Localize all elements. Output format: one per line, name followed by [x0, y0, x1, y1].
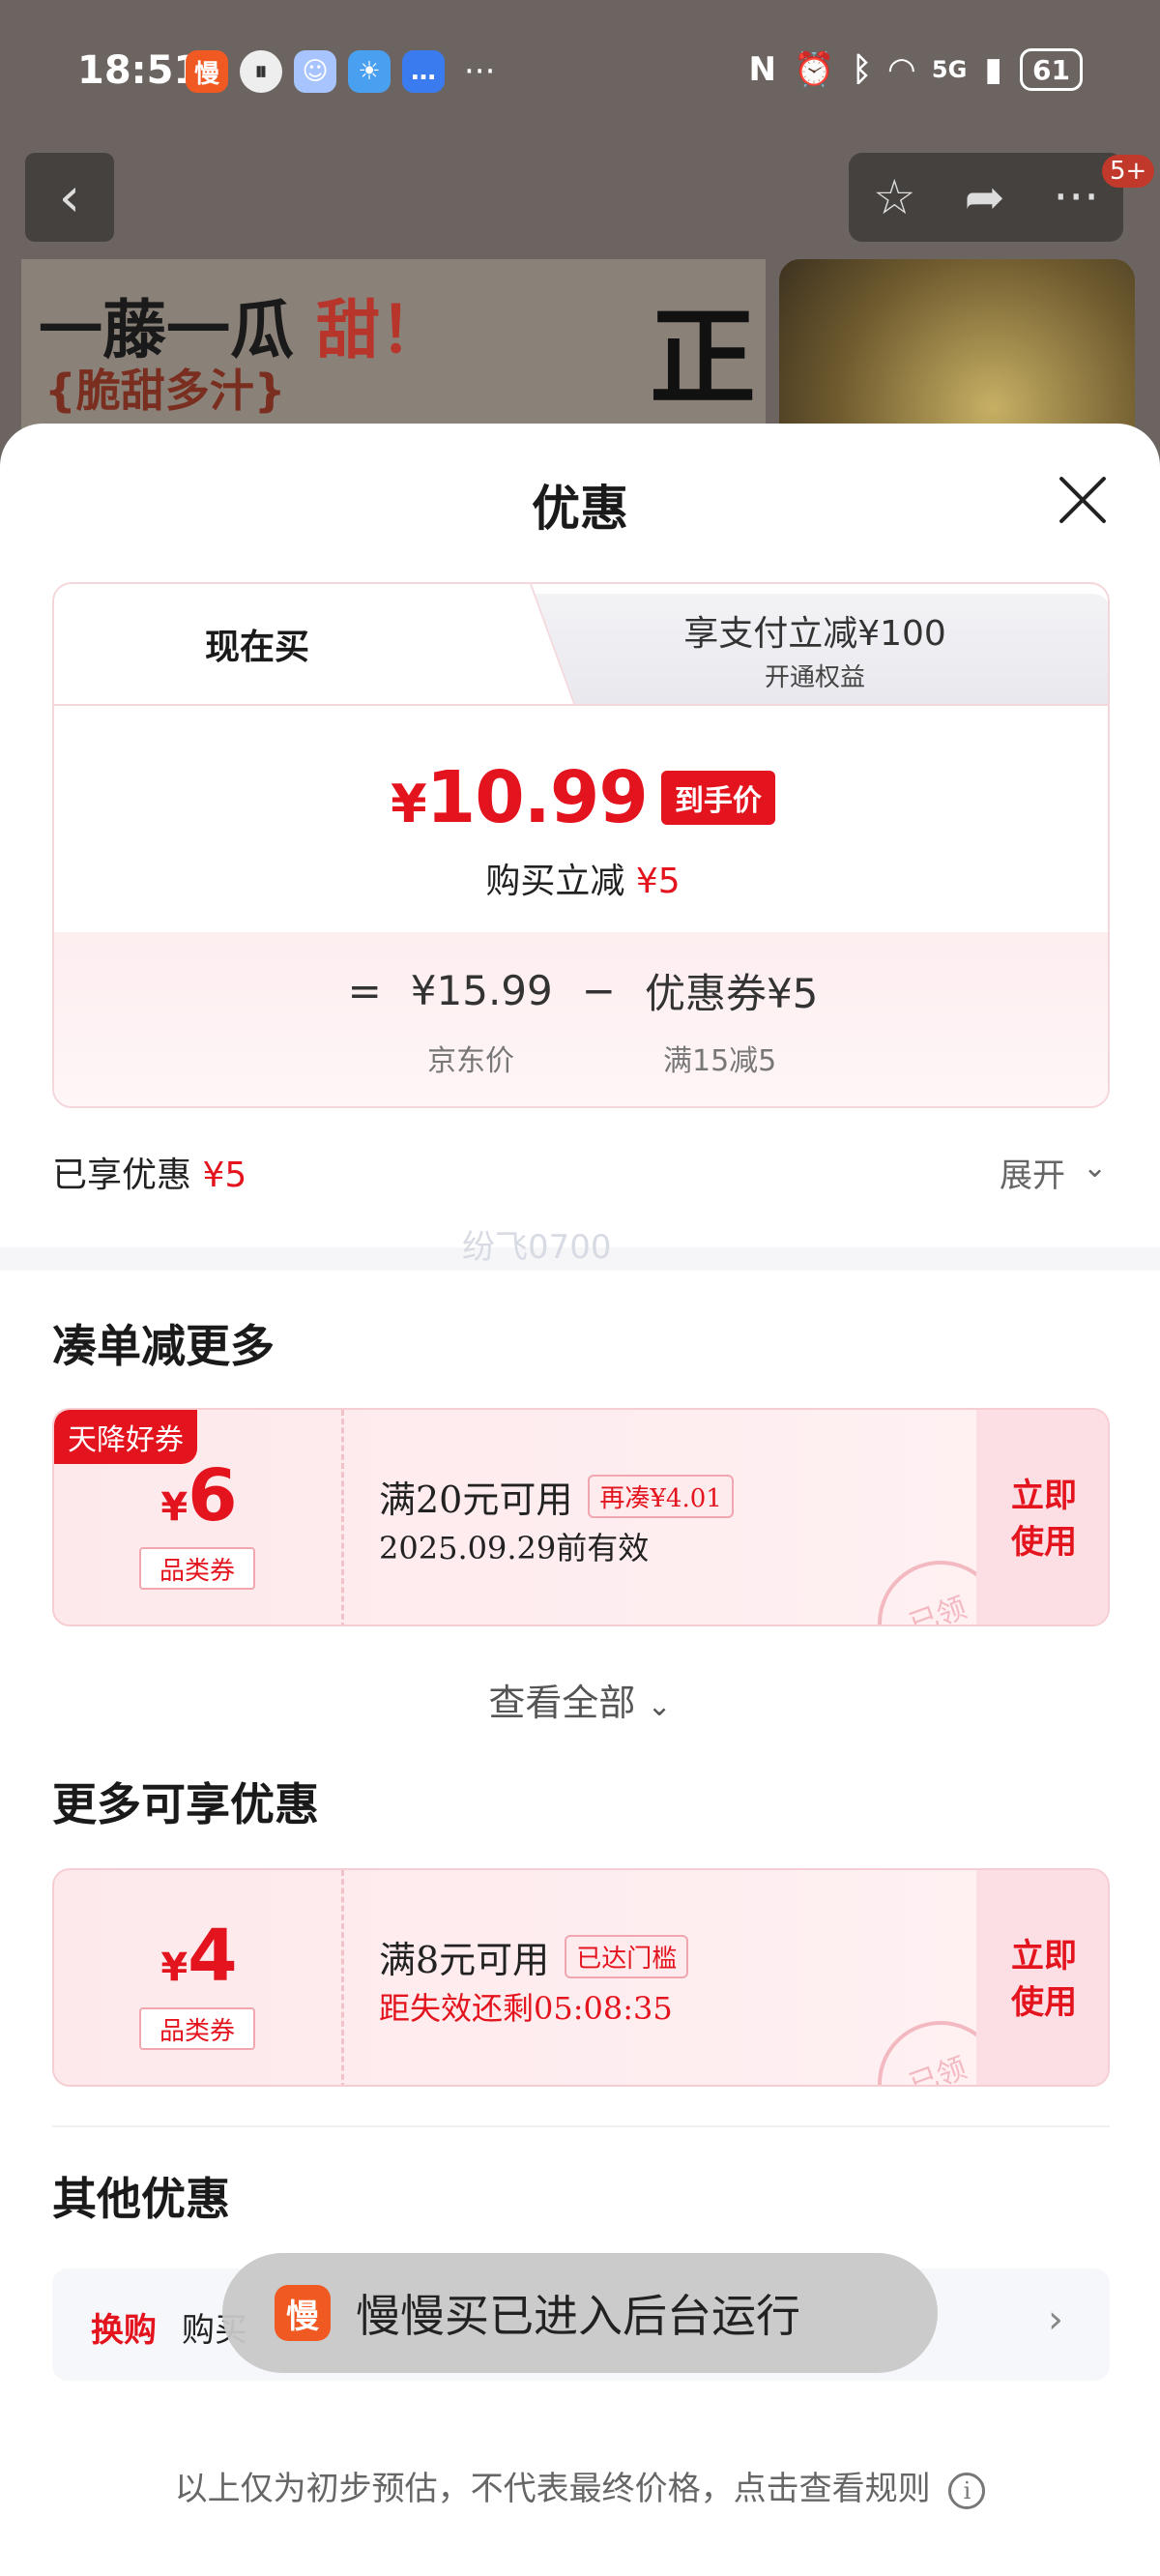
enjoyed-value: ¥5 [202, 1156, 247, 1195]
use-now-button[interactable]: 立即使用 [976, 1410, 1108, 1625]
coupon-condition: 满8元可用 [379, 1939, 550, 1981]
chevron-down-icon[interactable]: ⌄ [1083, 1151, 1107, 1185]
network-label: 5G [931, 56, 968, 83]
price-card: 享支付立减¥100 开通权益 现在买 ¥10.99 到手价 购买立减 ¥5 = … [52, 582, 1110, 1108]
app-icon-weather: ☀ [348, 50, 391, 93]
coupon-gap-tag: 再凑¥4.01 [588, 1475, 734, 1518]
chevron-right-icon: › [1048, 2298, 1063, 2342]
toast-text: 慢慢买已进入后台运行 [356, 2290, 800, 2342]
coupon-condition: 满20元可用 [379, 1478, 573, 1521]
banner-char: 正 [650, 295, 756, 420]
view-all-button[interactable]: 查看全部 ⌄ [0, 1673, 1160, 1726]
use-now-button[interactable]: 立即使用 [976, 1870, 1108, 2085]
enjoyed-discount: 已享优惠 ¥5 [52, 1147, 246, 1197]
coupon-amount: 优惠券¥5 [644, 970, 819, 1017]
coupon-amount-value: 6 [188, 1454, 238, 1537]
tab-pay-discount[interactable]: 享支付立减¥100 开通权益 [479, 594, 1108, 704]
coupon-type: 品类券 [139, 2007, 255, 2050]
nfc-icon: N [748, 50, 776, 89]
coupon-currency: ¥ [160, 1485, 188, 1530]
final-price-tag: 到手价 [660, 771, 775, 825]
app-icon-message: … [402, 50, 445, 93]
divider [52, 2125, 1110, 2127]
final-price-amount: 10.99 [425, 756, 649, 839]
formula-equals: = [347, 967, 382, 1014]
trade-in-tag: 换购 [91, 2311, 157, 2350]
app-icon-face: ☺ [294, 50, 336, 93]
back-button[interactable]: ‹ [25, 153, 114, 242]
status-bar: 18:51 慢 ⏸ ☺ ☀ … ··· N ⏰ ᛒ ◠ 5G ▮ 61 [0, 0, 1160, 145]
app-icon-manmanmai: 慢 [186, 50, 228, 93]
coupon-condition-label: 满15减5 [663, 1044, 777, 1078]
final-price: ¥10.99 [391, 756, 649, 839]
enjoyed-label: 已享优惠 [52, 1156, 192, 1195]
coupon-threshold-tag: 已达门槛 [565, 1935, 689, 1978]
coupon-condition-row: 满20元可用 再凑¥4.01 [379, 1470, 734, 1523]
watermark: 纷飞0700 [462, 1228, 612, 1267]
status-time: 18:51 [77, 48, 201, 93]
alarm-icon: ⏰ [794, 50, 835, 89]
bluetooth-icon: ᛒ [852, 50, 872, 89]
share-icon[interactable]: ➦ [965, 169, 1005, 225]
chevron-left-icon: ‹ [58, 165, 81, 229]
coupon-currency: ¥ [160, 1946, 188, 1990]
section-title-more: 更多可享优惠 [52, 1778, 319, 1830]
jd-price-label: 京东价 [427, 1044, 514, 1078]
buy-reduce: 购买立减 ¥5 [54, 853, 1108, 903]
final-price-row: ¥10.99 到手价 [54, 756, 1108, 839]
sheet-title: 优惠 [532, 481, 628, 537]
section-title-combine: 凑单减更多 [52, 1320, 275, 1372]
wifi-icon: ◠ [888, 50, 914, 89]
coupon-amount: ¥4 [54, 1915, 344, 1998]
status-right: N ⏰ ᛒ ◠ 5G ▮ 61 [749, 48, 1083, 91]
signal-icon: ▮ [984, 50, 1003, 89]
chevron-down-icon: ⌄ [647, 1689, 672, 1723]
price-formula: = ¥15.99 − 优惠券¥5 京东价 满15减5 [54, 932, 1108, 1106]
coupon-card-6[interactable]: ¥6 品类券 天降好券 满20元可用 再凑¥4.01 2025.09.29前有效… [52, 1408, 1110, 1626]
notification-badge: 5+ [1102, 155, 1155, 188]
section-title-other: 其他优惠 [52, 2173, 230, 2225]
formula-minus: − [581, 967, 616, 1014]
discount-sheet: 优惠 享支付立减¥100 开通权益 现在买 ¥10.99 到手价 购买立减 ¥5 [0, 424, 1160, 2576]
more-icon[interactable]: ··· [1053, 169, 1099, 225]
footer-note-text: 以上仅为初步预估，不代表最终价格，点击查看规则 [174, 2470, 931, 2508]
use-now-label: 立即使用 [1011, 1477, 1077, 1562]
banner-title-highlight: 甜！ [315, 292, 444, 367]
tab-buy-now[interactable]: 现在买 [54, 584, 518, 704]
final-price-section: ¥10.99 到手价 购买立减 ¥5 [54, 704, 1108, 932]
coupon-card-4[interactable]: ¥4 品类券 满8元可用 已达门槛 距失效还剩05:08:35 已领 立即使用 [52, 1868, 1110, 2087]
tab-pay-title: 享支付立减¥100 [683, 613, 946, 654]
coupon-type: 品类券 [139, 1547, 255, 1590]
footer-note[interactable]: 以上仅为初步预估，不代表最终价格，点击查看规则 i [0, 2462, 1160, 2509]
banner-subtitle: {脆甜多汁} [44, 365, 286, 417]
tab-buy-now-label: 现在买 [204, 628, 309, 667]
coupon-countdown: 距失效还剩05:08:35 [379, 1990, 673, 2027]
expand-button[interactable]: 展开 [1000, 1149, 1065, 1196]
coupon-amount-value: 4 [188, 1915, 238, 1998]
background-toast: 慢 慢慢买已进入后台运行 [222, 2253, 938, 2373]
coupon-validity: 2025.09.29前有效 [379, 1530, 650, 1566]
view-all-label: 查看全部 [488, 1682, 636, 1724]
final-price-currency: ¥ [391, 774, 427, 834]
coupon-amount: ¥6 [54, 1454, 344, 1537]
app-icon-pause: ⏸ [240, 50, 282, 93]
star-icon[interactable]: ☆ [873, 169, 916, 225]
sky-coupon-badge: 天降好券 [54, 1410, 197, 1464]
close-icon[interactable] [1054, 470, 1112, 528]
coupon-value-area: ¥4 品类券 [54, 1870, 344, 2085]
formula-row: = ¥15.99 − 优惠券¥5 [54, 961, 1108, 1020]
status-app-icons: 慢 ⏸ ☺ ☀ … ··· [186, 50, 495, 93]
buy-reduce-value: ¥5 [635, 862, 681, 901]
buy-reduce-label: 购买立减 [485, 862, 625, 901]
use-now-label: 立即使用 [1011, 1937, 1077, 2022]
app-logo-icon: 慢 [275, 2285, 331, 2341]
jd-price: ¥15.99 [410, 967, 553, 1014]
coupon-condition-row: 满8元可用 已达门槛 [379, 1930, 689, 1983]
top-actions: ☆ ➦ ··· [849, 153, 1123, 242]
info-icon[interactable]: i [948, 2473, 986, 2509]
tab-pay-subtitle: 开通权益 [764, 662, 865, 692]
status-more-icon: ··· [464, 52, 496, 91]
battery-icon: 61 [1020, 48, 1083, 91]
